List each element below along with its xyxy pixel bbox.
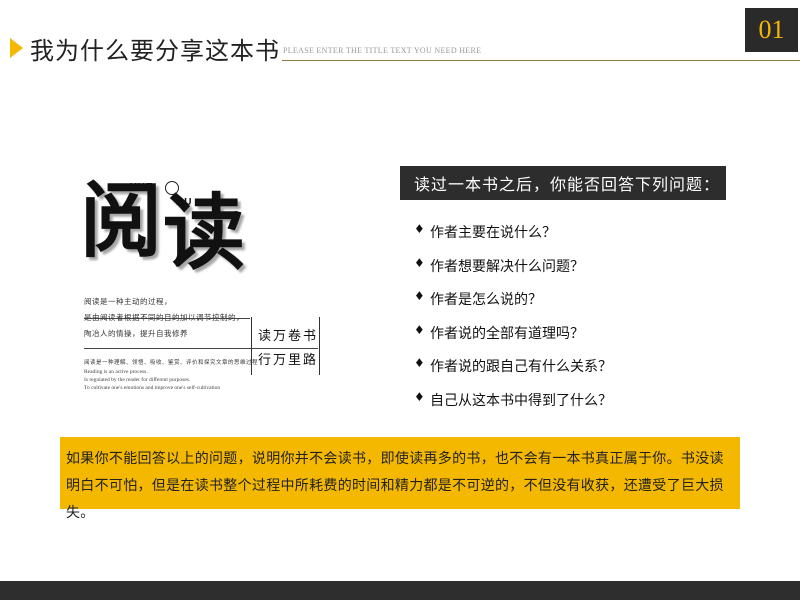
hero-rule-top bbox=[84, 318, 250, 319]
pinyin-du: DU bbox=[176, 197, 193, 208]
pinyin-yue: YUE bbox=[130, 182, 154, 193]
summary-note-text: 如果你不能回答以上的问题，说明你并不会读书，即使读再多的书，也不会有一本书真正属… bbox=[66, 451, 724, 521]
diamond-bullet-icon: ♦ bbox=[414, 289, 425, 303]
motto-line-1: 读万卷书 bbox=[258, 329, 319, 344]
list-item: ♦ 作者主要在说什么？ bbox=[414, 222, 556, 241]
list-item: ♦ 作者是怎么说的？ bbox=[414, 289, 542, 308]
hero-en-line-2: Is regulated by the reader for different… bbox=[84, 377, 191, 383]
motto-line-2: 行万里路 bbox=[258, 353, 319, 368]
page-subtitle: PLEASE ENTER THE TITLE TEXT YOU NEED HER… bbox=[283, 46, 482, 55]
ring-icon bbox=[165, 181, 179, 195]
questions-heading-text: 读过一本书之后，你能否回答下列问题： bbox=[414, 175, 721, 194]
header-divider bbox=[282, 60, 800, 61]
diamond-bullet-icon: ♦ bbox=[414, 322, 425, 337]
header-arrow-icon bbox=[10, 38, 23, 58]
list-item: ♦ 作者说的跟自己有什么关系？ bbox=[414, 356, 612, 375]
list-item: ♦ 自己从这本书中得到了什么？ bbox=[414, 389, 612, 409]
list-item: ♦ 作者说的全部有道理吗？ bbox=[414, 322, 584, 342]
diamond-bullet-icon: ♦ bbox=[414, 255, 425, 270]
page-number-badge: 01 bbox=[745, 8, 798, 52]
hero-desc-line-1: 阅读是一种主动的过程， bbox=[84, 297, 172, 306]
hero-desc-line-3: 陶冶人的情操，提升自我修养 bbox=[84, 329, 188, 338]
list-item: ♦ 作者想要解决什么问题？ bbox=[414, 255, 584, 275]
hero-en-line-1: Reading is an active process. bbox=[84, 369, 148, 375]
questions-heading: 读过一本书之后，你能否回答下列问题： bbox=[400, 166, 726, 200]
hero-en-line-3: To cultivate one's emotions and improve … bbox=[84, 385, 221, 391]
summary-note: 如果你不能回答以上的问题，说明你并不会读书，即使读再多的书，也不会有一本书真正属… bbox=[60, 437, 740, 521]
page-number: 01 bbox=[758, 15, 785, 44]
footer-bar bbox=[0, 581, 800, 600]
page-title: 我为什么要分享这本书 bbox=[30, 37, 280, 65]
diamond-bullet-icon: ♦ bbox=[414, 356, 425, 370]
questions-list: ♦ 作者主要在说什么？ ♦ 作者想要解决什么问题？ ♦ 作者是怎么说的？ ♦ 作者说的全… bbox=[414, 222, 612, 423]
diamond-bullet-icon: ♦ bbox=[414, 222, 425, 236]
hero-desc-line-4: 阅读是一种理解、领悟、吸收、鉴赏、评价和探究文章的思维过程 bbox=[84, 360, 259, 366]
diamond-bullet-icon: ♦ bbox=[414, 389, 425, 404]
